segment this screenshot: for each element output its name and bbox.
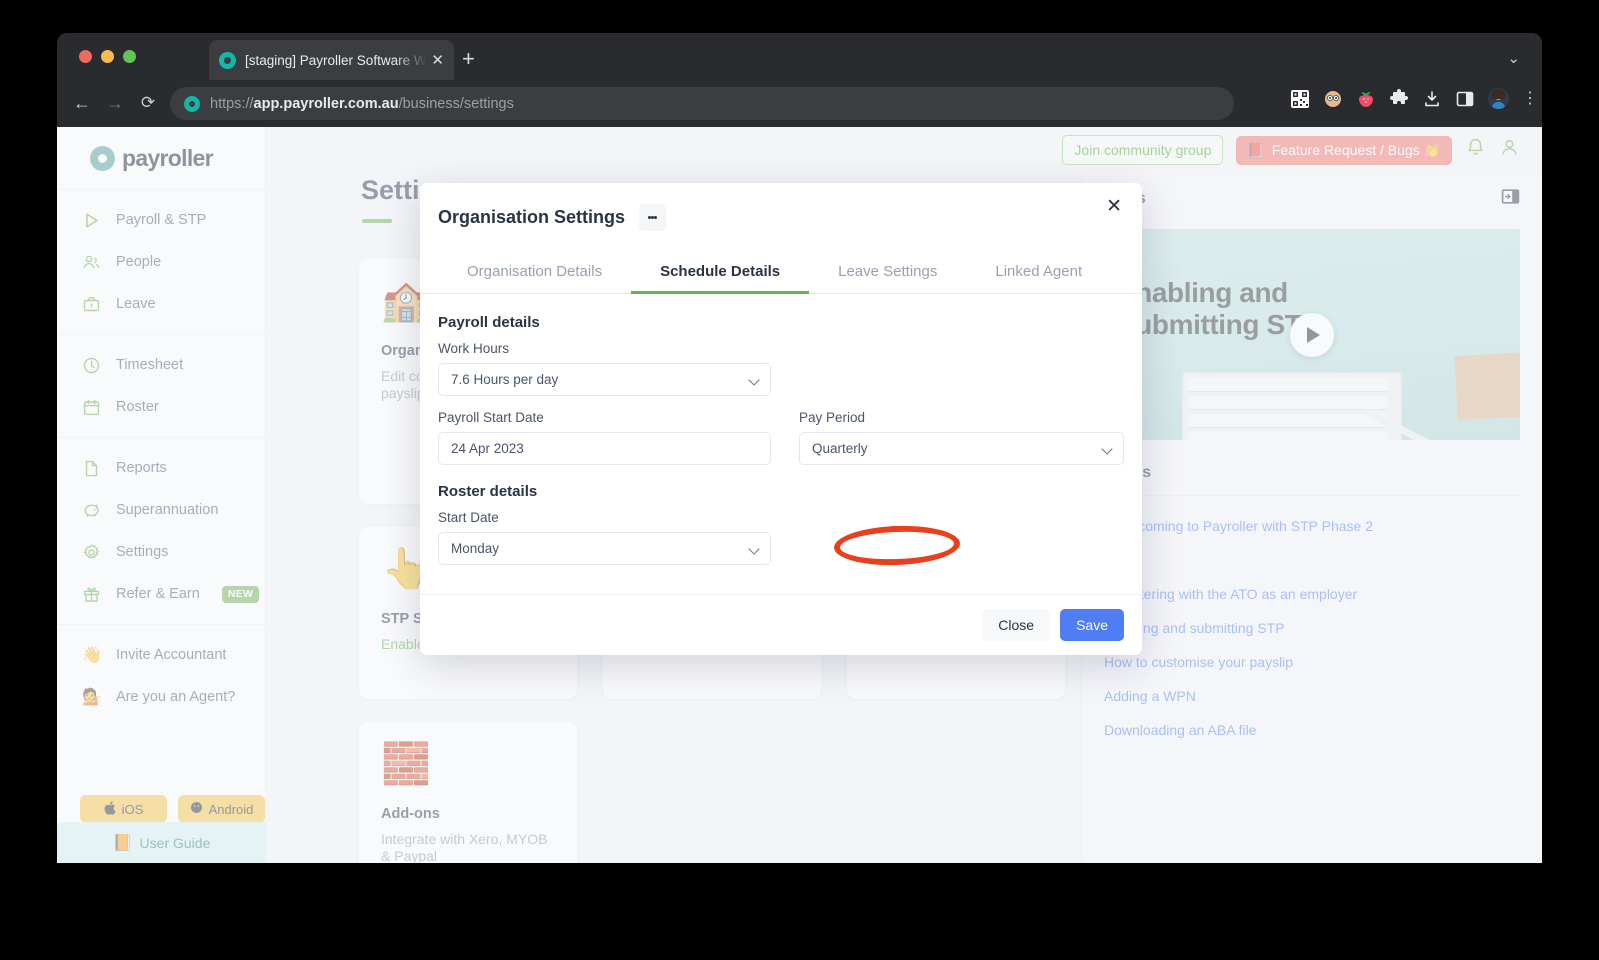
roster-start-date-value: Monday [451, 541, 500, 556]
modal-header: Organisation Settings ✕ [420, 183, 1142, 231]
address-bar[interactable]: https://app.payroller.com.au/business/se… [170, 87, 1234, 120]
minimize-window-button[interactable] [101, 50, 114, 63]
more-options-icon[interactable] [639, 204, 667, 231]
site-favicon [184, 95, 200, 112]
tab-linked-agent[interactable]: Linked Agent [966, 253, 1111, 294]
url-host: app.payroller.com.au [253, 95, 399, 112]
roster-start-date-select[interactable]: Monday [438, 532, 771, 565]
browser-window: [staging] Payroller Software W… ✕ + ⌄ ← … [57, 33, 1542, 863]
browser-menu-icon[interactable]: ⋮ [1522, 89, 1538, 109]
tab-schedule-details[interactable]: Schedule Details [631, 253, 810, 294]
pay-period-select[interactable]: Quarterly [799, 432, 1124, 465]
puzzle-extensions-icon[interactable] [1389, 88, 1409, 109]
reload-button[interactable]: ⟳ [136, 91, 160, 115]
pay-period-label: Pay Period [799, 410, 866, 425]
modal-tabs: Organisation Details Schedule Details Le… [420, 253, 1142, 294]
roster-start-date-label: Start Date [438, 510, 499, 525]
back-button[interactable]: ← [70, 91, 94, 115]
browser-toolbar: ← → ⟳ https://app.payroller.com.au/busin… [57, 80, 1542, 127]
tab-leave-settings[interactable]: Leave Settings [809, 253, 966, 294]
new-tab-button[interactable]: + [462, 48, 475, 70]
pay-period-field: Pay Period Quarterly [799, 410, 1124, 465]
forward-button[interactable]: → [103, 91, 127, 115]
payroll-start-date-value: 24 Apr 2023 [451, 441, 524, 456]
close-window-button[interactable] [79, 50, 92, 63]
payroll-row: Payroll Start Date 24 Apr 2023 Pay Perio… [438, 410, 1124, 465]
work-hours-select[interactable]: 7.6 Hours per day [438, 363, 771, 396]
work-hours-value: 7.6 Hours per day [451, 372, 559, 387]
payroll-details-heading: Payroll details [438, 314, 540, 331]
browser-tab-strip: [staging] Payroller Software W… ✕ + ⌄ [57, 33, 1542, 80]
url-scheme: https:// [210, 95, 254, 112]
url-path: /business/settings [398, 95, 514, 112]
browser-tab[interactable]: [staging] Payroller Software W… ✕ [209, 40, 454, 80]
address-bar-url: https://app.payroller.com.au/business/se… [210, 96, 514, 112]
roster-start-date-field: Start Date Monday [438, 510, 1124, 565]
extension-face-icon[interactable] [1323, 89, 1343, 109]
work-hours-field: Work Hours 7.6 Hours per day [438, 341, 1124, 396]
payroll-start-date-label: Payroll Start Date [438, 410, 544, 425]
tab-search-chevron-icon[interactable]: ⌄ [1507, 49, 1520, 67]
payroll-start-date-input[interactable]: 24 Apr 2023 [438, 432, 771, 465]
tab-organisation-details[interactable]: Organisation Details [438, 253, 631, 294]
download-icon[interactable] [1422, 89, 1442, 109]
side-panel-icon[interactable] [1455, 89, 1475, 109]
modal-footer: Close Save [420, 594, 1142, 655]
qr-code-icon[interactable] [1290, 89, 1310, 109]
maximize-window-button[interactable] [123, 50, 136, 63]
save-button[interactable]: Save [1060, 609, 1124, 641]
toolbar-icons: ⋮ [1290, 88, 1538, 109]
modal-overlay[interactable]: Organisation Settings ✕ Organisation Det… [57, 127, 1542, 863]
modal-title: Organisation Settings [438, 207, 626, 227]
pay-period-value: Quarterly [812, 441, 868, 456]
web-page-viewport: payroller Payroll & STP People Leave [57, 127, 1542, 863]
close-button[interactable]: Close [982, 609, 1051, 641]
payroll-start-date-field: Payroll Start Date 24 Apr 2023 [438, 410, 771, 465]
profile-avatar[interactable] [1488, 88, 1509, 109]
close-icon[interactable]: ✕ [1106, 197, 1122, 216]
tab-favicon [219, 51, 236, 69]
roster-details-heading: Roster details [438, 483, 538, 500]
tab-title: [staging] Payroller Software W… [245, 52, 428, 68]
tab-close-icon[interactable]: ✕ [427, 53, 444, 68]
modal-body: Payroll details Work Hours 7.6 Hours per… [420, 294, 1142, 594]
organisation-settings-modal: Organisation Settings ✕ Organisation Det… [420, 183, 1142, 655]
work-hours-label: Work Hours [438, 341, 510, 356]
window-traffic-lights[interactable] [79, 50, 136, 63]
extension-strawberry-icon[interactable] [1356, 89, 1376, 109]
